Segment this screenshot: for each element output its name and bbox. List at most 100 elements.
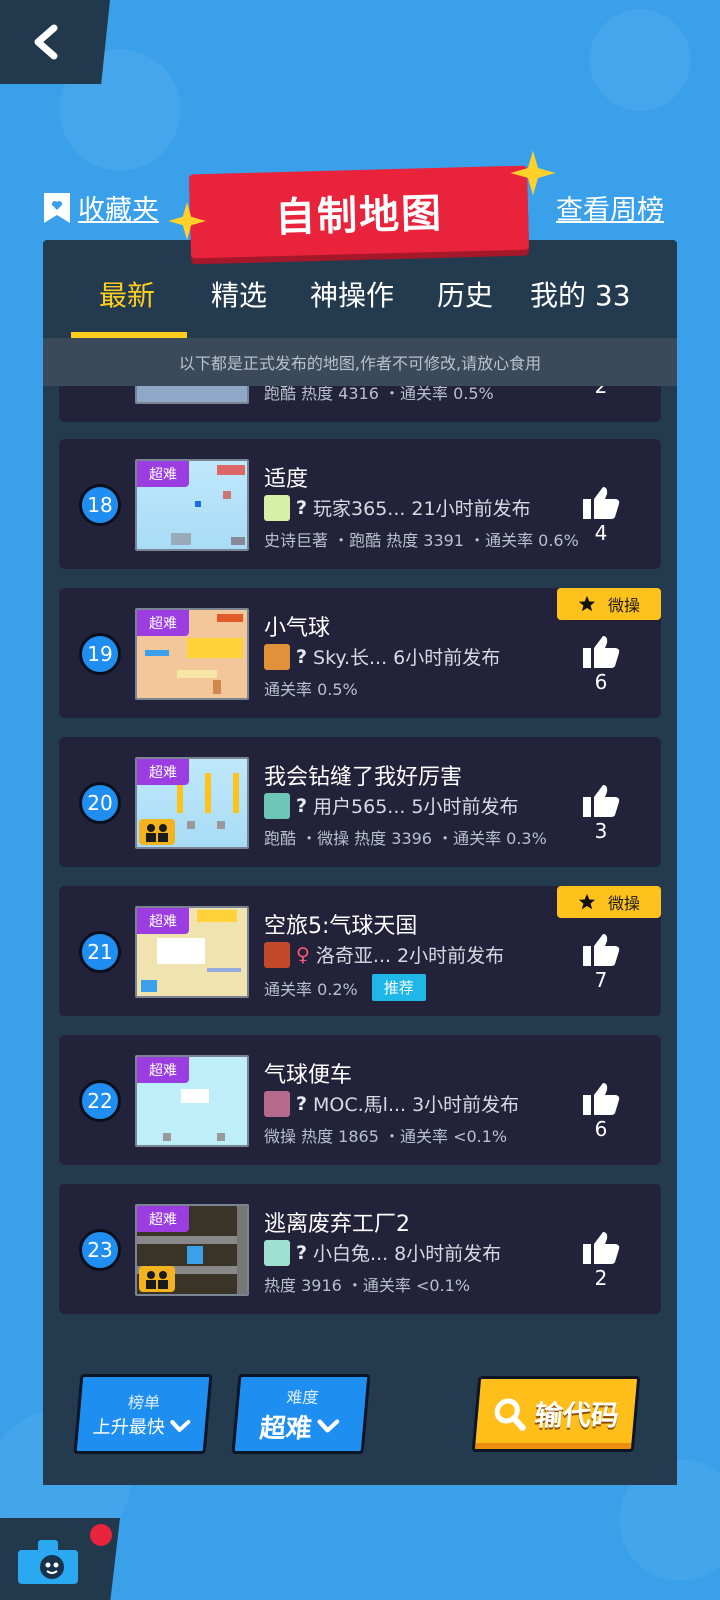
gender-unknown-icon: ?: [296, 794, 308, 817]
enter-code-label: 输代码: [533, 1399, 621, 1432]
author-avatar: [264, 941, 290, 968]
map-list[interactable]: 跑酷 热度 4316 ・通关率 0.5% 2 18 超难 适度 ? 玩家365.…: [43, 386, 677, 1346]
like-count: 2: [594, 386, 608, 398]
list-item[interactable]: 23 超难 逃离废弃工厂2 ? 小白兔... 8小时前发布 热度 3916 ・通…: [59, 1184, 661, 1314]
difficulty-tag: 超难: [137, 1057, 189, 1083]
list-item[interactable]: 22 超难 气球便车 ? MOC.馬l... 3小时前发布 微操 热度 1865…: [59, 1035, 661, 1165]
author-name: 洛奇亚...: [315, 945, 392, 967]
gender-unknown-icon: ?: [296, 496, 308, 519]
like-count: 6: [594, 1117, 608, 1141]
map-tags-text: 热度 3916 ・通关率 <0.1%: [264, 1276, 471, 1295]
enter-code-button[interactable]: 输代码: [471, 1376, 641, 1452]
map-thumbnail: 超难: [135, 1204, 249, 1296]
bookmark-icon: [44, 192, 70, 223]
tab-history[interactable]: 历史: [437, 274, 493, 314]
map-list-panel: 最新 精选 神操作 历史 我的 33 以下都是正式发布的地图,作者不可修改,请放…: [43, 240, 677, 1485]
weekly-ranking-link[interactable]: 查看周榜: [556, 188, 664, 227]
list-item[interactable]: 21 超难 空旅5:气球天国 ♀ 洛奇亚... 2小时前发布 通关率 0.2%: [59, 886, 661, 1016]
gender-female-icon: ♀: [296, 943, 310, 966]
author-avatar: [264, 643, 290, 670]
page-title: 自制地图: [274, 190, 444, 242]
rank-badge: 23: [79, 1229, 121, 1271]
rank-badge: 20: [79, 782, 121, 824]
like-count: 4: [594, 521, 608, 545]
difficulty-tag: 超难: [137, 610, 189, 636]
notice-bar: 以下都是正式发布的地图,作者不可修改,请放心食用: [43, 338, 677, 386]
tab-mine[interactable]: 我的 33: [530, 274, 631, 314]
star-icon: [578, 893, 596, 910]
gender-unknown-icon: ?: [296, 1092, 308, 1115]
author-line: ? MOC.馬l... 3小时前发布: [264, 1090, 519, 1117]
map-tags-text: 通关率 0.2%: [264, 979, 358, 999]
sort-dropdown-button[interactable]: 榜单 上升最快: [73, 1374, 213, 1454]
author-line: ♀ 洛奇亚... 2小时前发布: [264, 941, 504, 968]
thumbs-up-icon[interactable]: [581, 634, 621, 670]
publish-time: 5小时前发布: [411, 796, 519, 818]
map-title: 空旅5:气球天国: [264, 914, 418, 939]
publish-time: 21小时前发布: [411, 498, 531, 520]
author-avatar: [264, 792, 290, 819]
sparkle-star-icon: [510, 150, 556, 196]
author-line: ? 小白兔... 8小时前发布: [264, 1239, 501, 1266]
micro-control-badge: 微操: [557, 588, 661, 620]
author-avatar: [264, 494, 290, 521]
map-tags: 跑酷 热度 4316 ・通关率 0.5%: [264, 386, 494, 403]
author-name: 用户565...: [313, 796, 406, 818]
tab-god-moves[interactable]: 神操作: [310, 274, 394, 314]
map-tags: 通关率 0.2% 推荐: [264, 974, 426, 1001]
sort-value-row: 上升最快: [92, 1413, 192, 1439]
chevron-down-icon: [317, 1419, 340, 1433]
sparkle-star-icon: [168, 202, 206, 240]
publish-time: 2小时前发布: [397, 945, 505, 967]
tab-featured[interactable]: 精选: [211, 274, 267, 314]
like-count: 7: [594, 968, 608, 992]
publish-time: 3小时前发布: [412, 1094, 520, 1116]
author-name: 玩家365...: [313, 498, 406, 520]
coop-icon: [139, 819, 175, 845]
map-tags-text: 通关率 0.5%: [264, 680, 358, 699]
list-item[interactable]: 跑酷 热度 4316 ・通关率 0.5% 2: [59, 386, 661, 422]
star-icon: [578, 595, 596, 612]
difficulty-tag: 超难: [137, 759, 189, 785]
back-button[interactable]: [0, 0, 110, 84]
thumbs-up-icon[interactable]: [581, 1230, 621, 1266]
rank-badge: 22: [79, 1080, 121, 1122]
author-name: 小白兔...: [313, 1243, 389, 1265]
map-thumbnail: 超难: [135, 459, 249, 551]
difficulty-value: 超难: [258, 1413, 314, 1444]
rank-badge: 19: [79, 633, 121, 675]
list-item[interactable]: 19 超难 小气球 ? Sky.长... 6小时前发布 通关率 0.5% 微操 …: [59, 588, 661, 718]
publish-time: 6小时前发布: [393, 647, 501, 669]
map-tags: 跑酷 ・微操 热度 3396 ・通关率 0.3%: [264, 825, 547, 849]
map-thumbnail: 超难: [135, 906, 249, 998]
tab-latest[interactable]: 最新: [99, 274, 155, 314]
list-item[interactable]: 18 超难 适度 ? 玩家365... 21小时前发布 史诗巨著 ・跑酷 热度 …: [59, 439, 661, 569]
map-title: 逃离废弃工厂2: [264, 1212, 410, 1237]
micro-control-badge: 微操: [557, 886, 661, 918]
like-count: 6: [594, 670, 608, 694]
bottom-toolbar: 榜单 上升最快 难度 超难 输代码: [43, 1346, 677, 1485]
author-line: ? 玩家365... 21小时前发布: [264, 494, 531, 521]
badge-label: 微操: [607, 894, 640, 913]
recommend-tag: 推荐: [371, 974, 426, 1001]
thumbs-up-icon[interactable]: [581, 783, 621, 819]
thumbs-up-icon[interactable]: [581, 485, 621, 521]
list-item[interactable]: 20 超难 我会钻缝了我好厉害 ? 用户565... 5小时前发布 跑酷 ・微操…: [59, 737, 661, 867]
rank-badge: 18: [79, 484, 121, 526]
chevron-down-icon: [170, 1420, 191, 1432]
map-thumbnail: 超难: [135, 608, 249, 700]
tab-bar: 最新 精选 神操作 历史 我的 33: [43, 240, 677, 338]
author-name: MOC.馬l...: [313, 1094, 407, 1116]
map-thumbnail: 超难: [135, 757, 249, 849]
thumbs-up-icon[interactable]: [581, 1081, 621, 1117]
map-title: 气球便车: [264, 1063, 353, 1088]
difficulty-dropdown-button[interactable]: 难度 超难: [231, 1374, 371, 1454]
map-title: 我会钻缝了我好厉害: [264, 765, 463, 790]
map-title: 小气球: [264, 616, 331, 641]
thumbs-up-icon[interactable]: [581, 932, 621, 968]
like-count: 2: [594, 1266, 608, 1290]
chevron-left-icon: [34, 24, 58, 60]
author-avatar: [264, 1090, 290, 1117]
favorites-link[interactable]: 收藏夹: [42, 188, 159, 227]
sort-value: 上升最快: [91, 1417, 166, 1438]
